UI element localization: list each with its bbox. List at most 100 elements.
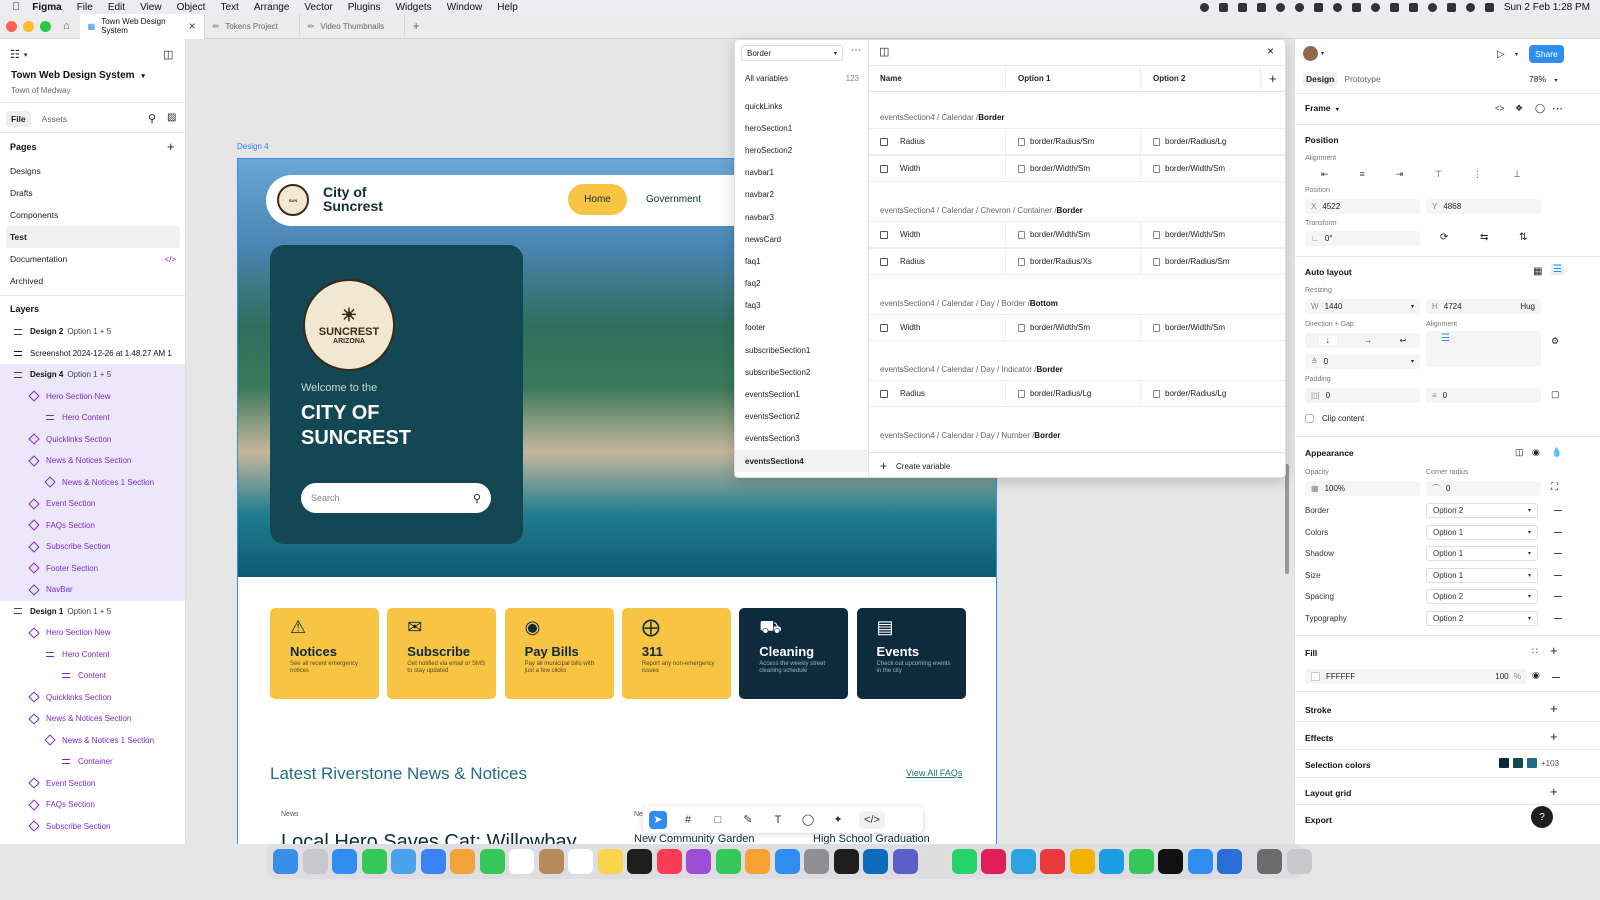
tab-video-thumbnails[interactable]: ✏ Video Thumbnails bbox=[300, 13, 405, 39]
facetime-icon[interactable] bbox=[479, 849, 505, 874]
remove-mode-icon[interactable] bbox=[1554, 531, 1562, 533]
app-store-icon[interactable] bbox=[420, 849, 446, 874]
volume-icon[interactable] bbox=[1351, 2, 1361, 12]
whatsapp-icon[interactable] bbox=[951, 849, 977, 874]
option-1-value[interactable]: border/Width/Sm bbox=[1005, 156, 1140, 181]
search-icon[interactable] bbox=[1465, 2, 1475, 12]
tab-town-web-design-system[interactable]: ▦ Town Web Design System × bbox=[79, 13, 205, 39]
teams-icon[interactable] bbox=[892, 849, 918, 874]
book-icon[interactable]: ▨ bbox=[167, 112, 176, 123]
width-input[interactable]: W 1440 ▾ bbox=[1305, 299, 1420, 314]
collection-item[interactable]: faq2 bbox=[735, 273, 868, 295]
layer-item[interactable]: Screenshot 2024-12-26 at 1.48.27 AM 1 bbox=[0, 343, 185, 365]
figma-icon[interactable] bbox=[833, 849, 859, 874]
menu-text[interactable]: Text bbox=[220, 2, 238, 13]
quicklink-card[interactable]: ⚠ Notices See all recent emergency notices bbox=[270, 608, 379, 699]
frame-type[interactable]: Frame ▾ bbox=[1305, 103, 1339, 113]
remove-mode-icon[interactable] bbox=[1554, 510, 1562, 512]
safari-icon[interactable] bbox=[332, 849, 357, 874]
option-1-value[interactable]: border/Width/Sm bbox=[1005, 222, 1140, 247]
page-item-selected[interactable]: Test bbox=[6, 226, 180, 248]
layer-item[interactable]: News & Notices 1 Section bbox=[0, 730, 185, 752]
collection-item[interactable]: eventsSection2 bbox=[735, 406, 868, 428]
fill-swatch[interactable] bbox=[1311, 672, 1320, 681]
menu-edit[interactable]: Edit bbox=[108, 2, 125, 13]
fill-color-input[interactable]: FFFFFF 100 % bbox=[1305, 669, 1527, 684]
frame-label[interactable]: Design 4 bbox=[237, 142, 269, 151]
layout-settings-icon[interactable]: ⚙ bbox=[1551, 336, 1559, 347]
tab-assets[interactable]: Assets bbox=[37, 111, 73, 127]
nav-home-button[interactable]: Home bbox=[568, 184, 627, 215]
layer-item[interactable]: News & Notices Section bbox=[0, 708, 185, 730]
outlook-icon[interactable] bbox=[863, 849, 888, 874]
dev-mode-icon[interactable]: </> bbox=[859, 810, 885, 829]
layer-item[interactable]: Hero Section New bbox=[0, 385, 185, 407]
more-icon[interactable]: ⋯ bbox=[851, 45, 861, 56]
calendar-icon[interactable] bbox=[509, 849, 534, 874]
tab-design[interactable]: Design bbox=[1303, 72, 1338, 86]
site-search-input[interactable]: Search ⚲ bbox=[301, 483, 491, 513]
tab-tokens-project[interactable]: ✏ Tokens Project bbox=[205, 13, 300, 39]
news-title[interactable]: High School Graduation bbox=[813, 833, 930, 844]
add-mode-icon[interactable]: + bbox=[1260, 65, 1277, 92]
collection-item[interactable]: eventsSection3 bbox=[735, 428, 868, 450]
layer-item[interactable]: Design 2 Option 1 + 5 bbox=[0, 321, 185, 343]
app-store-2-icon[interactable] bbox=[774, 849, 800, 874]
menu-object[interactable]: Object bbox=[177, 2, 206, 13]
layer-item[interactable]: Quicklinks Section bbox=[0, 687, 185, 709]
telegram-icon[interactable] bbox=[1010, 849, 1036, 874]
variable-row[interactable]: Width border/Width/Sm border/Width/Sm bbox=[869, 155, 1285, 182]
minimize-window-icon[interactable] bbox=[23, 20, 34, 32]
terminal-icon[interactable] bbox=[1158, 849, 1183, 874]
nav-government-link[interactable]: Government bbox=[646, 194, 701, 205]
layer-item[interactable]: FAQs Section bbox=[0, 514, 185, 536]
chrome-icon[interactable] bbox=[1069, 849, 1095, 874]
collection-select[interactable]: Border ▾ bbox=[741, 45, 843, 61]
add-page-icon[interactable]: + bbox=[167, 139, 175, 154]
add-effect-icon[interactable]: + bbox=[1550, 729, 1558, 744]
finder-icon[interactable] bbox=[273, 849, 298, 874]
direction-wrap-icon[interactable]: ↩ bbox=[1400, 336, 1407, 345]
bluetooth-icon[interactable] bbox=[1332, 2, 1342, 12]
avatar[interactable] bbox=[1303, 46, 1318, 61]
clock[interactable]: Sun 2 Feb 1:28 PM bbox=[1504, 2, 1590, 13]
quicklink-card[interactable]: ✉ Subscribe Get notified via email or SMS … bbox=[387, 608, 497, 699]
direction-vertical-icon[interactable]: ↓ bbox=[1318, 336, 1337, 345]
layer-item[interactable]: News & Notices Section bbox=[0, 450, 185, 472]
screen-icon[interactable] bbox=[1218, 2, 1228, 12]
creative-cloud-icon[interactable] bbox=[1294, 2, 1304, 12]
opacity-input[interactable]: ▦ 100% bbox=[1305, 481, 1420, 496]
collection-item[interactable]: navbar3 bbox=[735, 206, 868, 228]
component-icon[interactable]: ❖ bbox=[1515, 103, 1523, 114]
zoom-level[interactable]: 78% ▾ bbox=[1529, 74, 1557, 84]
layer-item[interactable]: Hero Content bbox=[0, 644, 185, 666]
help-button[interactable]: ? bbox=[1531, 806, 1553, 828]
more-icon[interactable]: ⋯ bbox=[1552, 102, 1563, 115]
sidebar-toggle-icon[interactable]: ◫ bbox=[879, 45, 889, 58]
collection-item[interactable]: footer bbox=[735, 317, 868, 339]
podcasts-icon[interactable] bbox=[686, 849, 711, 874]
layer-item[interactable]: Design 4 Option 1 + 5 bbox=[0, 364, 185, 386]
move-tool-icon[interactable]: ➤ bbox=[649, 810, 667, 829]
variable-row[interactable]: Width border/Width/Sm border/Width/Sm bbox=[869, 221, 1285, 248]
add-stroke-icon[interactable]: + bbox=[1550, 701, 1558, 716]
collection-item[interactable]: heroSection2 bbox=[735, 139, 868, 161]
search-icon[interactable]: ⚲ bbox=[148, 112, 156, 125]
notes-icon[interactable] bbox=[597, 849, 623, 874]
flip-vertical-icon[interactable]: ⇅ bbox=[1519, 232, 1527, 243]
align-center-h-icon[interactable]: ≡ bbox=[1360, 169, 1365, 179]
sync-icon[interactable] bbox=[1275, 2, 1285, 12]
vertical-padding-input[interactable]: ≡ 0 bbox=[1426, 388, 1541, 403]
collection-item[interactable]: navbar2 bbox=[735, 184, 868, 206]
page-item[interactable]: Drafts bbox=[0, 182, 185, 204]
option-1-value[interactable]: border/Radius/Lg bbox=[1005, 381, 1140, 406]
comment-tool-icon[interactable]: ◯ bbox=[799, 811, 817, 829]
maximize-window-icon[interactable] bbox=[40, 20, 51, 32]
screen-studio-icon[interactable] bbox=[1040, 849, 1065, 874]
collection-item[interactable]: heroSection1 bbox=[735, 117, 868, 139]
settings-icon[interactable] bbox=[804, 849, 829, 874]
layer-item[interactable]: Hero Content bbox=[0, 407, 185, 429]
add-grid-icon[interactable]: + bbox=[1550, 784, 1558, 799]
align-center-v-icon[interactable]: ⋮ bbox=[1473, 169, 1482, 180]
layer-item[interactable]: Quicklinks Section bbox=[0, 428, 185, 450]
